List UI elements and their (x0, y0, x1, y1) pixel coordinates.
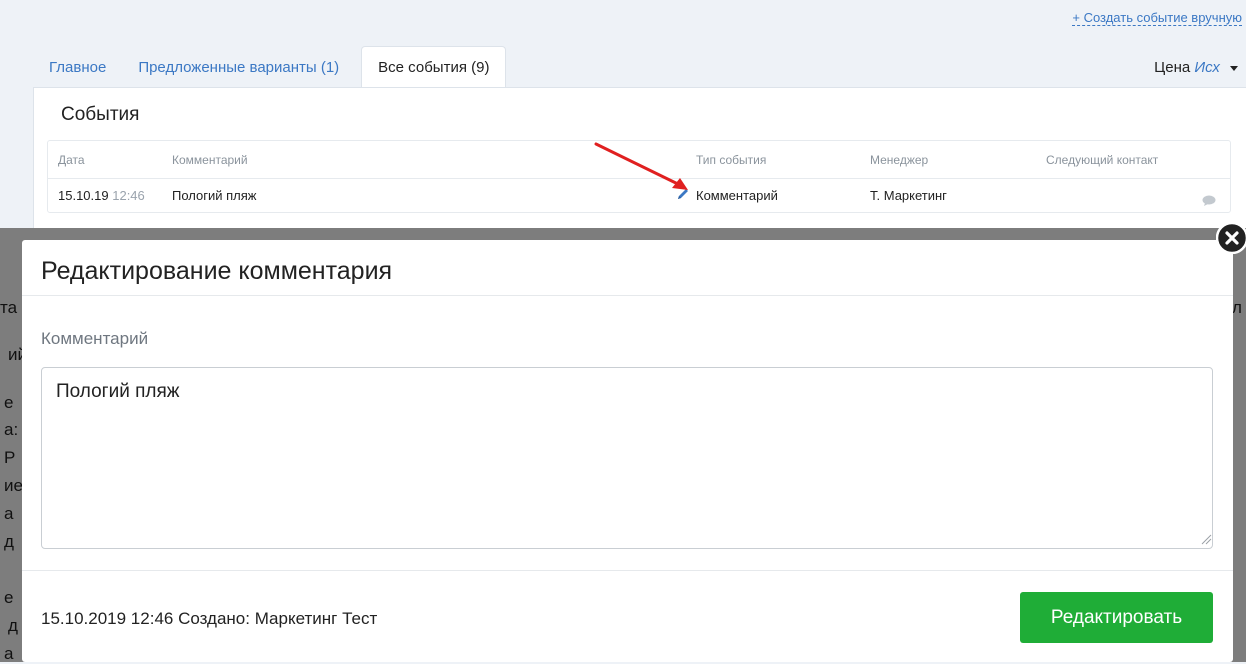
tab-all-events[interactable]: Все события (9) (361, 46, 507, 88)
cell-date: 15.10.19 12:46 (48, 188, 172, 203)
background-text-fragment: л (1232, 298, 1242, 317)
divider (22, 570, 1233, 571)
resize-handle-icon[interactable] (1200, 533, 1212, 545)
background-text-fragment: д (8, 616, 18, 635)
price-label: Цена (1154, 59, 1191, 76)
background-text-fragment: Р (4, 448, 16, 467)
annotation-arrow (594, 142, 688, 190)
price-currency: Исх (1194, 59, 1220, 76)
col-date: Дата (58, 152, 85, 167)
tabs-bar: Главное Предложенные варианты (1) Все со… (33, 46, 507, 88)
background-text-fragment: та (0, 298, 18, 317)
row-comment: Пологий пляж (172, 188, 257, 203)
background-text-fragment: а: (4, 420, 19, 439)
close-icon[interactable] (1216, 222, 1246, 254)
create-event-manually-link[interactable]: + Создать событие вручную (1072, 11, 1242, 26)
comment-field-label: Комментарий (41, 329, 149, 348)
caret-down-icon (1230, 65, 1238, 71)
background-text-fragment: д (4, 532, 14, 551)
edit-submit-button[interactable]: Редактировать (1020, 592, 1213, 643)
events-title: События (61, 104, 140, 125)
row-time: 12:46 (112, 188, 145, 203)
col-event-type: Тип события (696, 152, 767, 167)
price-currency-selector[interactable]: Цена Исх (1154, 59, 1238, 76)
cell-manager: Т. Маркетинг (870, 188, 947, 203)
modal-title: Редактирование комментария (41, 257, 393, 285)
col-next-contact: Следующий контакт (1046, 152, 1159, 167)
created-info: 15.10.2019 12:46 Создано: Маркетинг Тест (41, 609, 378, 628)
background-text-fragment: е (4, 588, 14, 607)
chat-bubble-icon[interactable] (1202, 195, 1216, 207)
background-text-fragment: е (4, 393, 14, 412)
cell-event-type: Комментарий (696, 188, 778, 203)
row-date: 15.10.19 (58, 188, 109, 203)
tab-main[interactable]: Главное (33, 46, 122, 88)
edit-comment-modal: Редактирование комментария Комментарий П… (22, 240, 1233, 662)
divider (22, 295, 1233, 296)
tab-suggested-variants[interactable]: Предложенные варианты (1) (122, 46, 355, 88)
background-text-fragment: а (4, 504, 14, 523)
col-manager: Менеджер (870, 152, 929, 167)
background-text-fragment: а (4, 644, 14, 663)
comment-textarea[interactable]: Пологий пляж (41, 367, 1213, 549)
background-text-fragment: ие (4, 476, 23, 495)
